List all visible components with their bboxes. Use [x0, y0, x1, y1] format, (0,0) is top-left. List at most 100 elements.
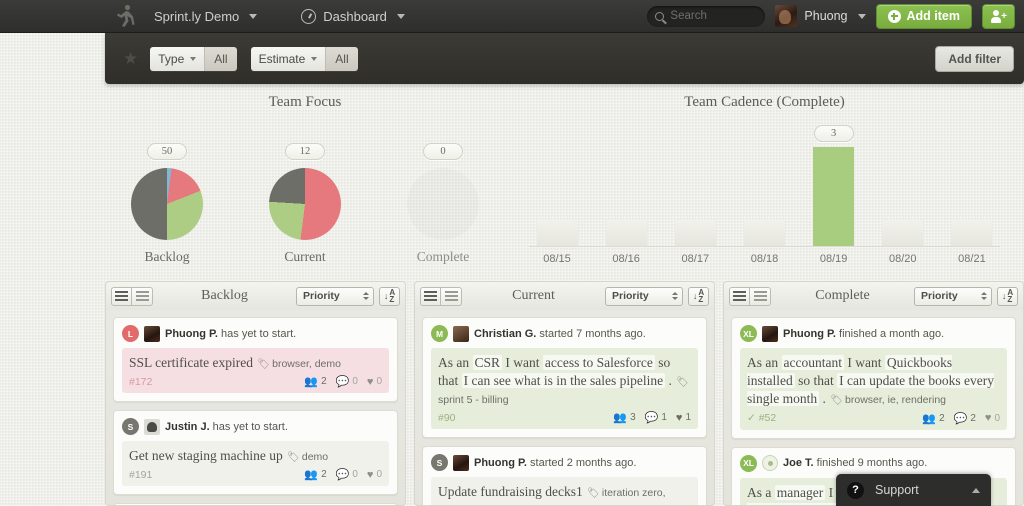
assignee-avatar	[144, 325, 160, 342]
bar-column-08-17[interactable]	[667, 127, 723, 246]
card-number: #191	[129, 468, 153, 481]
sprintly-runner-logo-icon[interactable]	[114, 4, 136, 28]
chevron-down-icon	[311, 56, 318, 61]
people-count: 👥 2	[922, 412, 945, 425]
bar-axis-label: 08/15	[543, 253, 571, 265]
people-icon: 👥	[304, 469, 319, 482]
tag-icon: 🏷	[287, 452, 300, 464]
section-switcher-dashboard[interactable]: Dashboard	[301, 8, 405, 24]
compact-view-icon[interactable]	[750, 286, 771, 306]
search-input[interactable]: Search	[647, 5, 766, 27]
card-number: #172	[129, 375, 153, 388]
list-view-icon[interactable]	[420, 286, 441, 306]
card-counts: 👥 2 💬 0 ♥ 0	[304, 468, 382, 482]
chevron-down-icon	[396, 13, 405, 19]
card[interactable]: M Christian G. started 7 months ago. As …	[422, 317, 707, 439]
select-arrows-icon	[981, 292, 987, 300]
bar-column-08-21[interactable]	[944, 127, 1000, 246]
card[interactable]: XL Phuong P. finished a month ago. As an…	[731, 317, 1016, 439]
size-badge: XL	[740, 454, 757, 472]
star-icon[interactable]: ★	[123, 50, 138, 67]
compact-view-icon[interactable]	[132, 286, 153, 306]
card-activity: Joe T. finished 9 months ago.	[783, 457, 928, 470]
add-item-label: Add item	[906, 9, 960, 23]
support-widget[interactable]: ? Support	[836, 474, 991, 506]
bar-column-08-18[interactable]	[736, 127, 792, 246]
bar-axis-label: 08/21	[958, 253, 986, 265]
bar-column-08-16[interactable]	[598, 127, 654, 246]
card-title: Get new staging machine up	[129, 448, 283, 464]
list-view-icon[interactable]	[111, 286, 132, 306]
filter-chip-estimate[interactable]: Estimate All	[250, 46, 358, 71]
tag-icon: 🏷	[587, 488, 600, 500]
assignee-avatar	[144, 418, 160, 435]
card[interactable]: S Phuong P. started 2 months ago. Update…	[422, 446, 707, 505]
sort-select[interactable]: Priority	[296, 286, 374, 306]
compact-view-icon[interactable]	[441, 286, 462, 306]
bar-column-08-19[interactable]: 3	[806, 124, 862, 246]
people-count: 👥 3	[613, 412, 636, 425]
assignee-avatar	[762, 455, 778, 472]
card[interactable]: L Phuong P. has yet to start. SSL certif…	[113, 317, 398, 403]
select-arrows-icon	[672, 292, 678, 300]
sort-icon[interactable]: ↓ A Z	[688, 286, 709, 306]
card-meta: #191 👥 2 💬 0 ♥ 0	[129, 468, 382, 482]
pie-current[interactable]: 12 Current	[253, 141, 358, 265]
search-icon	[655, 11, 665, 21]
card-author: Phuong P.	[165, 327, 218, 340]
bar	[674, 219, 716, 246]
sort-icon[interactable]: ↓ A Z	[379, 286, 400, 306]
sort-select[interactable]: Priority	[914, 286, 992, 306]
card-header: XL Joe T. finished 9 months ago.	[740, 454, 1007, 472]
invite-people-button[interactable]: +	[982, 3, 1015, 29]
pie-backlog-label: Backlog	[144, 249, 190, 264]
pie-backlog[interactable]: 50 Backlog	[115, 141, 220, 265]
card-author: Justin J.	[165, 420, 210, 433]
avatar	[775, 5, 798, 27]
column-complete: Complete Priority ↓ A Z XL Phuong P. finis…	[723, 281, 1024, 506]
support-label: Support	[875, 483, 919, 497]
favorite-count: ♥ 1	[675, 411, 691, 424]
filter-estimate-label: Estimate	[258, 51, 306, 66]
user-menu[interactable]: Phuong	[775, 5, 866, 27]
card-header: XL Phuong P. finished a month ago.	[740, 325, 1007, 342]
column-current: Current Priority ↓ A Z M Christian G. star…	[414, 281, 715, 506]
bar-axis-label: 08/16	[612, 253, 640, 265]
bar-column-08-15[interactable]	[529, 127, 585, 246]
bar-value-label: 3	[813, 124, 854, 142]
sort-icon[interactable]: ↓ A Z	[997, 286, 1018, 306]
chevron-up-icon	[972, 487, 980, 493]
filter-estimate-value: All	[326, 46, 358, 71]
team-cadence-panel: Team Cadence (Complete) 3 08/15 08/16 08/1…	[505, 94, 1024, 265]
sort-select-value: Priority	[612, 290, 649, 302]
pie-complete-label: Complete	[416, 249, 470, 264]
section-name: Dashboard	[323, 8, 387, 24]
team-cadence-axis-labels: 08/15 08/16 08/17 08/18 08/19 08/20 08/21	[529, 253, 1000, 265]
tag-icon: 🏷	[257, 359, 271, 370]
filter-type-value: All	[205, 46, 237, 71]
pie-complete-total: 0	[423, 143, 463, 160]
size-badge: L	[122, 325, 139, 342]
top-navigation-bar: Sprint.ly Demo Dashboard Search Phuong A…	[0, 0, 1024, 33]
list-view-icon[interactable]	[729, 286, 750, 306]
chevron-down-icon	[857, 13, 866, 19]
add-filter-button[interactable]: Add filter	[935, 45, 1014, 72]
chevron-down-icon	[190, 56, 197, 61]
card-title: As an CSR I want access to Salesforce so…	[438, 355, 672, 389]
pie-complete[interactable]: 0 Complete	[391, 141, 496, 265]
sort-select[interactable]: Priority	[605, 286, 683, 306]
project-switcher[interactable]: Sprint.ly Demo	[154, 9, 258, 24]
card[interactable]: S Justin J. has yet to start. Get new st…	[113, 410, 398, 496]
bar-column-08-20[interactable]	[875, 127, 931, 246]
bar	[536, 219, 578, 246]
people-icon: 👥	[922, 412, 937, 425]
heart-icon: ♥	[675, 411, 683, 424]
sort-select-value: Priority	[303, 290, 340, 302]
filter-chip-type[interactable]: Type All	[150, 46, 237, 71]
comment-count: 💬 1	[644, 412, 667, 425]
team-focus-pies: 50 Backlog 12 Current 0 Complete	[105, 141, 505, 265]
add-item-button[interactable]: Add item	[875, 3, 972, 29]
column-title: Complete	[815, 288, 870, 303]
view-toggle	[729, 286, 771, 306]
card-counts: 👥 2 💬 0 ♥ 0	[304, 375, 382, 389]
